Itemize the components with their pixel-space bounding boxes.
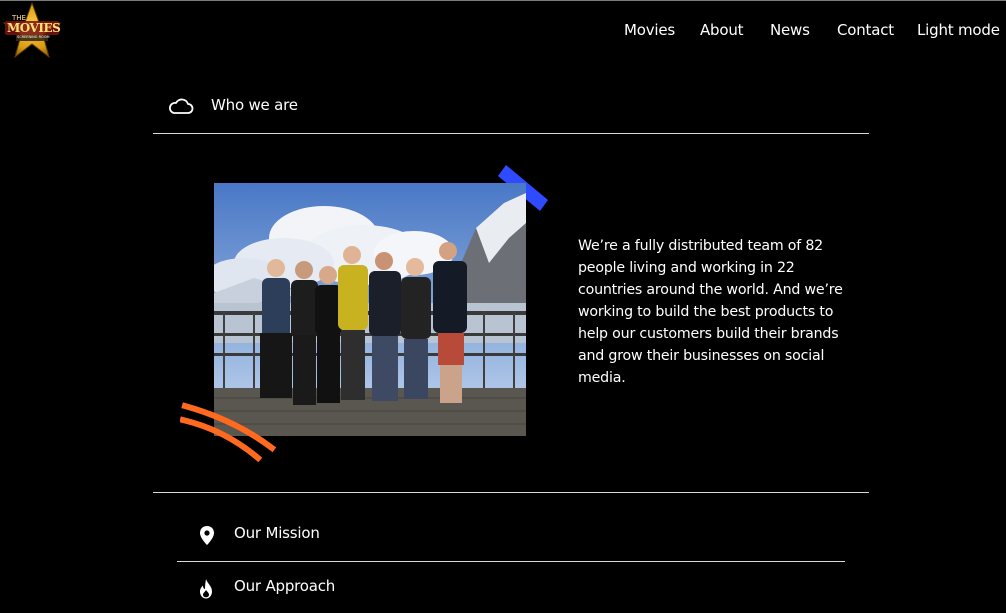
nav-light-mode-toggle[interactable]: Light mode [917,21,1000,39]
flame-icon [200,579,212,599]
our-approach-label: Our Approach [234,577,336,595]
who-we-are-title: Who we are [211,96,298,114]
nav-movies[interactable]: Movies [624,21,675,39]
nav-news[interactable]: News [770,21,810,39]
who-we-are-description: We’re a fully distributed team of 82 peo… [578,238,843,386]
top-border [0,0,1006,1]
orange-strokes-decoration [179,400,277,466]
team-photo [214,183,526,436]
main-nav: Movies About News Contact Light mode [0,21,1006,45]
nav-about[interactable]: About [700,21,744,39]
location-pin-icon [200,526,214,545]
nav-contact[interactable]: Contact [837,21,894,39]
divider-top [153,133,869,134]
divider-middle [153,492,869,493]
cloud-icon [169,98,194,114]
divider-bottom [177,561,845,562]
our-mission-label: Our Mission [234,524,320,542]
